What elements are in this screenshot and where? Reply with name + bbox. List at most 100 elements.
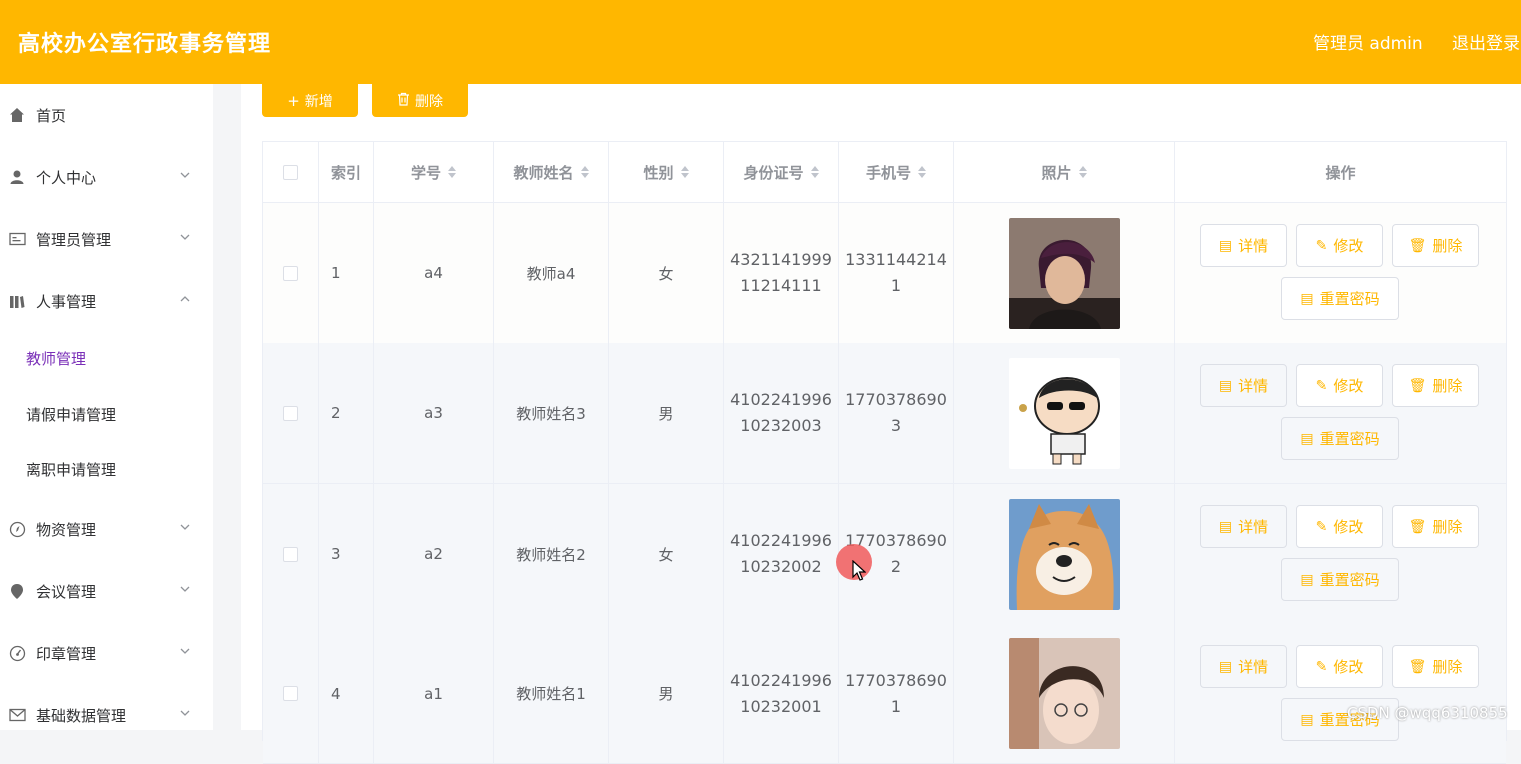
sidebar-item-label: 印章管理 <box>36 644 97 663</box>
cell-student-id: a1 <box>374 624 494 763</box>
phone-part-2: 1 <box>890 696 902 716</box>
cell-id-card: 4102241996 10232001 <box>724 624 839 763</box>
id-card-part-2: 10232003 <box>740 416 822 435</box>
table-row: 3 a2 教师姓名2 女 4102241996 10232002 1770378690 2 ▤ 详… <box>263 484 1506 625</box>
id-card-part-2: 10232002 <box>740 557 822 576</box>
cell-index: 1 <box>319 203 374 343</box>
cell-actions: ▤ 详情 ✎ 修改 🗑 删除 ▤ 重置密码 <box>1175 484 1506 624</box>
cell-gender: 女 <box>609 484 724 624</box>
teacher-photo <box>1008 357 1120 469</box>
row-select-cell <box>263 484 319 624</box>
row-checkbox[interactable] <box>283 405 298 421</box>
cell-phone: 1770378690 3 <box>839 343 954 483</box>
edit-button[interactable]: ✎ 修改 <box>1296 645 1383 688</box>
edit-button-label: 修改 <box>1333 237 1364 255</box>
user-icon <box>8 168 26 186</box>
sort-icon[interactable] <box>918 166 926 178</box>
column-header-id-card[interactable]: 身份证号 <box>724 142 839 202</box>
add-button-label: 新增 <box>304 93 333 110</box>
phone-part-2: 1 <box>890 276 902 295</box>
id-card-part-2: 11214111 <box>740 276 822 295</box>
cell-index: 3 <box>319 484 374 624</box>
column-header-phone[interactable]: 手机号 <box>839 142 954 202</box>
detail-button[interactable]: ▤ 详情 <box>1200 224 1287 267</box>
sidebar-item-meeting-management[interactable]: 会议管理 <box>0 566 213 616</box>
sidebar-item-label: 首页 <box>36 106 67 125</box>
detail-button-label: 详情 <box>1238 377 1269 395</box>
sort-icon[interactable] <box>448 166 456 178</box>
column-header-student-id[interactable]: 学号 <box>374 142 494 202</box>
cell-id-card: 4102241996 10232003 <box>724 343 839 483</box>
row-checkbox[interactable] <box>283 546 298 562</box>
cell-photo <box>954 343 1175 483</box>
sort-icon[interactable] <box>810 166 819 178</box>
delete-button-label: 删除 <box>1432 658 1463 676</box>
sidebar-subitem-resignation-management[interactable]: 离职申请管理 <box>0 446 213 492</box>
phone-part-1: 1770378690 <box>845 670 947 690</box>
delete-button[interactable]: 🗑 删除 <box>1392 505 1479 548</box>
logout-link[interactable]: 退出登录 <box>1452 29 1520 54</box>
row-checkbox[interactable] <box>283 265 298 281</box>
detail-button-label: 详情 <box>1238 658 1269 676</box>
sort-icon[interactable] <box>580 166 589 178</box>
column-header-photo[interactable]: 照片 <box>954 142 1175 202</box>
delete-button[interactable]: 🗑 删除 <box>1392 645 1479 688</box>
delete-button-label: 删除 <box>415 93 443 110</box>
mail-icon <box>8 706 26 724</box>
sidebar-item-materials-management[interactable]: 物资管理 <box>0 504 213 554</box>
current-user: 管理员 admin <box>1313 34 1423 54</box>
watermark: CSDN @wqq6310855 <box>1347 704 1508 722</box>
sidebar-item-hr-management[interactable]: 人事管理 <box>0 276 213 326</box>
reset-password-button[interactable]: ▤ 重置密码 <box>1281 277 1399 320</box>
sidebar-item-home[interactable]: 首页 <box>0 90 213 140</box>
reset-password-label: 重置密码 <box>1319 430 1380 448</box>
sort-icon[interactable] <box>680 166 689 178</box>
detail-button-label: 详情 <box>1238 518 1269 536</box>
select-all-checkbox[interactable] <box>283 164 298 180</box>
sidebar-item-label: 会议管理 <box>36 582 97 601</box>
edit-button[interactable]: ✎ 修改 <box>1296 364 1383 407</box>
edit-button[interactable]: ✎ 修改 <box>1296 505 1383 548</box>
id-card-part-1: 4321141999 <box>730 250 832 269</box>
sidebar-subitem-leave-management[interactable]: 请假申请管理 <box>0 391 213 437</box>
reset-password-button[interactable]: ▤ 重置密码 <box>1281 558 1399 601</box>
detail-button[interactable]: ▤ 详情 <box>1200 364 1287 407</box>
edit-icon: ✎ <box>1315 237 1328 254</box>
batch-delete-button[interactable]: 删除 <box>372 84 468 117</box>
row-select-cell <box>263 343 319 483</box>
phone-part-1: 1331144214 <box>845 250 947 269</box>
row-select-cell <box>263 624 319 763</box>
detail-button[interactable]: ▤ 详情 <box>1200 645 1287 688</box>
app-title: 高校办公室行政事务管理 <box>18 32 272 57</box>
document-icon: ▤ <box>1300 290 1314 307</box>
library-icon <box>8 292 26 310</box>
add-button[interactable]: + 新增 <box>262 84 358 117</box>
sidebar-item-admin-management[interactable]: 管理员管理 <box>0 214 213 264</box>
edit-button-label: 修改 <box>1333 658 1364 676</box>
sidebar-item-basic-data-management[interactable]: 基础数据管理 <box>0 690 213 740</box>
document-icon: ▤ <box>1218 518 1233 535</box>
sidebar-item-label: 个人中心 <box>36 168 97 187</box>
sidebar-item-personal-center[interactable]: 个人中心 <box>0 152 213 202</box>
edit-button[interactable]: ✎ 修改 <box>1296 224 1383 267</box>
cell-phone: 1331144214 1 <box>839 203 954 343</box>
sidebar-item-label: 人事管理 <box>36 292 97 311</box>
gauge-icon <box>8 644 26 662</box>
column-header-gender[interactable]: 性别 <box>609 142 724 202</box>
sort-icon[interactable] <box>1078 166 1087 178</box>
cell-photo <box>954 484 1175 624</box>
sidebar-item-seal-management[interactable]: 印章管理 <box>0 628 213 678</box>
sidebar-subitem-teacher-management[interactable]: 教师管理 <box>0 335 213 381</box>
detail-button-label: 详情 <box>1238 237 1269 255</box>
row-checkbox[interactable] <box>283 686 298 701</box>
delete-button-label: 删除 <box>1432 377 1463 395</box>
compass-icon <box>8 520 26 538</box>
delete-button[interactable]: 🗑 删除 <box>1392 224 1479 267</box>
chevron-down-icon <box>180 524 190 530</box>
column-header-teacher-name[interactable]: 教师姓名 <box>494 142 609 202</box>
delete-button[interactable]: 🗑 删除 <box>1392 364 1479 407</box>
detail-button[interactable]: ▤ 详情 <box>1200 505 1287 548</box>
row-select-cell <box>263 203 319 343</box>
reset-password-button[interactable]: ▤ 重置密码 <box>1281 417 1399 460</box>
id-card-icon <box>8 230 26 248</box>
